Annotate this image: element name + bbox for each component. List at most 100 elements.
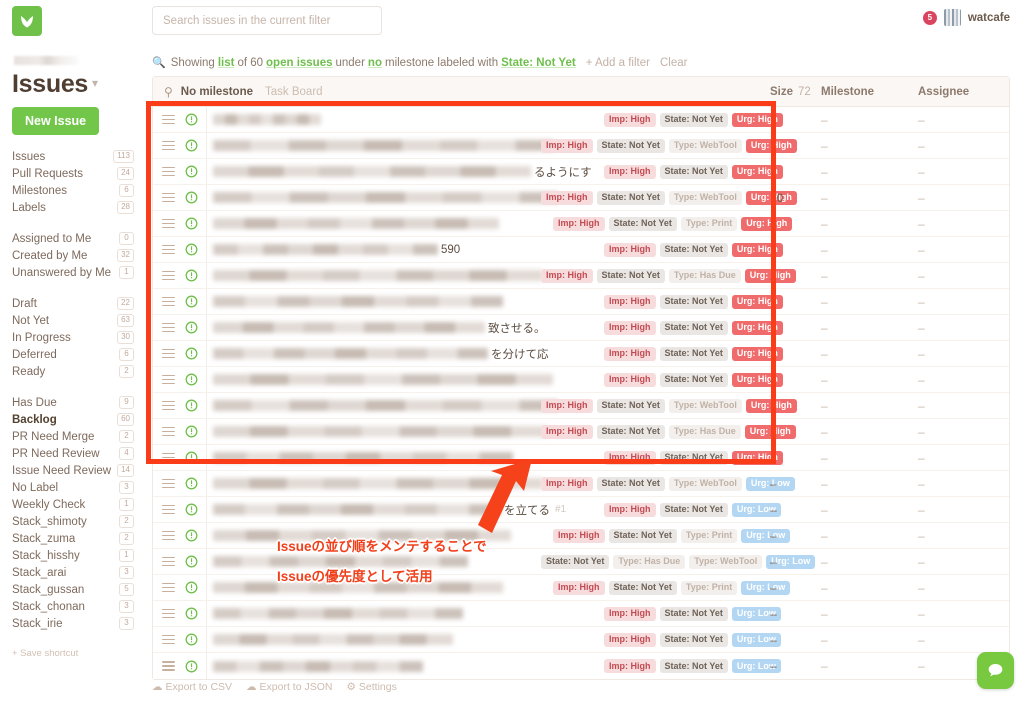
drag-handle-icon[interactable]	[162, 296, 175, 307]
sidebar-item-milestones[interactable]: Milestones 6	[0, 182, 146, 199]
label-badge[interactable]: State: Not Yet	[659, 294, 728, 309]
new-issue-button[interactable]: New Issue	[12, 107, 100, 135]
label-badge[interactable]: State: Not Yet	[659, 450, 728, 465]
issue-title[interactable]	[213, 211, 499, 237]
issue-status-icon[interactable]	[185, 191, 198, 204]
table-row[interactable]: Imp: High State: Not Yet Type: WebTool Urg:…	[153, 471, 1009, 497]
table-row[interactable]: Imp: High State: Not Yet Urg: High 4 – –	[153, 367, 1009, 393]
issue-status-icon[interactable]	[185, 321, 198, 334]
label-badge[interactable]: Imp: High	[604, 164, 656, 179]
label-badge[interactable]: Imp: High	[553, 216, 605, 231]
label-badge[interactable]: State: Not Yet	[596, 190, 665, 205]
table-row[interactable]: Imp: High State: Not Yet Type: Has Due Urg:…	[153, 419, 1009, 445]
label-badge[interactable]: Type: Has Due	[668, 268, 741, 283]
issue-title[interactable]: 致させる。	[213, 315, 546, 341]
table-row[interactable]: を立てる #1 Imp: High State: Not Yet Urg: Low – – –	[153, 497, 1009, 523]
leaf-check-logo[interactable]	[12, 6, 42, 36]
table-row[interactable]: Imp: High State: Not Yet Type: Has Due Urg:…	[153, 263, 1009, 289]
drag-handle-icon[interactable]	[162, 608, 175, 619]
issue-title[interactable]	[213, 419, 548, 445]
drag-handle-icon[interactable]	[162, 582, 175, 593]
table-row[interactable]: を分けて応 Imp: High State: Not Yet Urg: High 3 – –	[153, 341, 1009, 367]
label-badge[interactable]: State: Not Yet	[659, 372, 728, 387]
label-badge[interactable]: Imp: High	[604, 372, 656, 387]
label-badge[interactable]: Type: Has Due	[613, 554, 686, 569]
issue-status-icon[interactable]	[185, 165, 198, 178]
issue-status-icon[interactable]	[185, 633, 198, 646]
table-row[interactable]: Imp: High State: Not Yet Urg: High 7 – –	[153, 107, 1009, 133]
table-row[interactable]: るようにす Imp: High State: Not Yet Urg: High 8 – –	[153, 159, 1009, 185]
sidebar-item-labels[interactable]: Labels 28	[0, 199, 146, 216]
notification-badge[interactable]: 5	[922, 10, 937, 25]
page-title[interactable]: Issues ▾	[12, 70, 98, 99]
sidebar-item-weekly-check[interactable]: Weekly Check 1	[0, 496, 146, 513]
sidebar-item-stack-irie[interactable]: Stack_irie 3	[0, 615, 146, 632]
issue-status-icon[interactable]	[185, 555, 198, 568]
task-board-link[interactable]: Task Board	[265, 86, 323, 98]
label-badge[interactable]: State: Not Yet	[659, 346, 728, 361]
issue-title[interactable]	[213, 653, 423, 679]
sidebar-item-stack-shimoty[interactable]: Stack_shimoty 2	[0, 513, 146, 530]
label-badge[interactable]: State: Not Yet	[541, 554, 610, 569]
issue-title[interactable]	[213, 393, 558, 419]
label-badge[interactable]: Imp: High	[553, 580, 605, 595]
issue-status-icon[interactable]	[185, 451, 198, 464]
label-badge[interactable]: Urg: Low	[741, 528, 791, 543]
issue-status-icon[interactable]	[185, 139, 198, 152]
label-badge[interactable]: Imp: High	[604, 450, 656, 465]
label-badge[interactable]: Imp: High	[604, 632, 656, 647]
drag-handle-icon[interactable]	[162, 530, 175, 541]
search-input[interactable]	[152, 6, 382, 35]
table-row[interactable]: Imp: High State: Not Yet Urg: Low – – –	[153, 601, 1009, 627]
issue-title[interactable]	[213, 627, 453, 653]
label-badge[interactable]: Imp: High	[553, 528, 605, 543]
label-badge[interactable]: Urg: Low	[741, 580, 791, 595]
label-badge[interactable]: State: Not Yet	[608, 580, 677, 595]
drag-handle-icon[interactable]	[162, 166, 175, 177]
label-badge[interactable]: Imp: High	[604, 112, 656, 127]
drag-handle-icon[interactable]	[162, 426, 175, 437]
filter-list-link[interactable]: list	[218, 57, 235, 69]
issue-status-icon[interactable]	[185, 399, 198, 412]
sidebar-item-stack-arai[interactable]: Stack_arai 3	[0, 564, 146, 581]
drag-handle-icon[interactable]	[162, 634, 175, 645]
sidebar-item-stack-gussan[interactable]: Stack_gussan 5	[0, 581, 146, 598]
drag-handle-icon[interactable]	[162, 270, 175, 281]
label-badge[interactable]: Type: Has Due	[668, 424, 741, 439]
chat-bubble-button[interactable]	[977, 652, 1014, 689]
label-badge[interactable]: Type: WebTool	[689, 554, 763, 569]
label-badge[interactable]: State: Not Yet	[596, 268, 665, 283]
label-badge[interactable]: Imp: High	[604, 606, 656, 621]
label-badge[interactable]: Type: Print	[680, 528, 738, 543]
sidebar-item-not-yet[interactable]: Not Yet 63	[0, 312, 146, 329]
table-row[interactable]: 590 Imp: High State: Not Yet Urg: High 2 – –	[153, 237, 1009, 263]
label-badge[interactable]: Imp: High	[541, 268, 593, 283]
label-badge[interactable]: Type: WebTool	[668, 398, 742, 413]
issue-title[interactable]	[213, 445, 513, 471]
filter-state-link[interactable]: State: Not Yet	[501, 57, 576, 69]
drag-handle-icon[interactable]	[162, 556, 175, 567]
label-badge[interactable]: Type: WebTool	[668, 476, 742, 491]
label-badge[interactable]: Imp: High	[541, 190, 593, 205]
chevron-down-icon[interactable]: ▾	[92, 76, 98, 90]
label-badge[interactable]: State: Not Yet	[596, 138, 665, 153]
issue-status-icon[interactable]	[185, 425, 198, 438]
drag-handle-icon[interactable]	[162, 400, 175, 411]
label-badge[interactable]: Imp: High	[541, 398, 593, 413]
table-row[interactable]: Imp: High State: Not Yet Type: Print Urg: H…	[153, 211, 1009, 237]
label-badge[interactable]: State: Not Yet	[659, 320, 728, 335]
issue-status-icon[interactable]	[185, 295, 198, 308]
label-badge[interactable]: State: Not Yet	[659, 659, 728, 673]
settings-button[interactable]: ⚙ Settings	[346, 681, 396, 693]
sidebar-item-no-label[interactable]: No Label 3	[0, 479, 146, 496]
issue-status-icon[interactable]	[185, 243, 198, 256]
sidebar-item-unanswered-by-me[interactable]: Unanswered by Me 1	[0, 264, 146, 281]
drag-handle-icon[interactable]	[162, 478, 175, 489]
issue-status-icon[interactable]	[185, 607, 198, 620]
issue-status-icon[interactable]	[185, 581, 198, 594]
drag-handle-icon[interactable]	[162, 661, 175, 671]
drag-handle-icon[interactable]	[162, 192, 175, 203]
issue-title[interactable]	[213, 263, 543, 289]
label-badge[interactable]: State: Not Yet	[608, 528, 677, 543]
label-badge[interactable]: Type: Print	[680, 580, 738, 595]
